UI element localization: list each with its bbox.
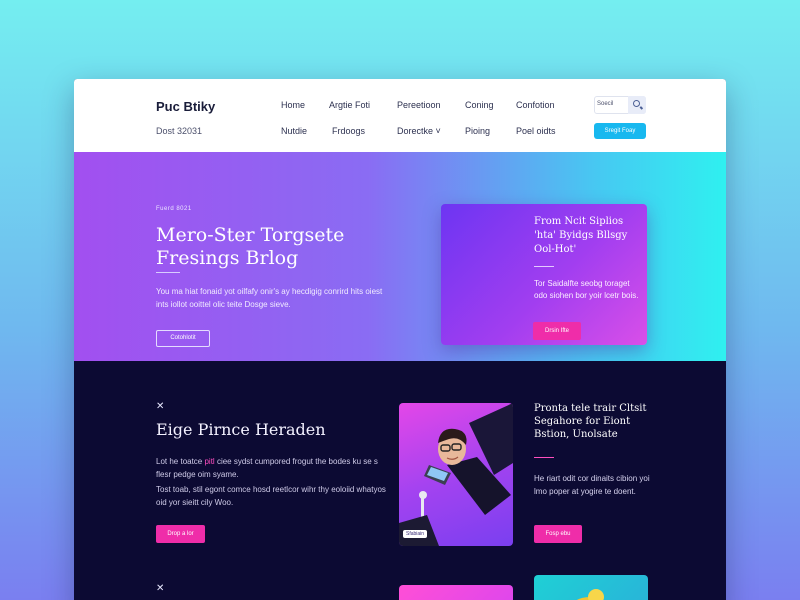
section-text-2: Tost toab, stil egont comce hosd reetlco…: [156, 485, 386, 507]
nav-item-poel-oidts[interactable]: Poel oidts: [516, 126, 556, 136]
hero-title: Mero-Ster Torgsete Fresings Brlog: [156, 224, 345, 269]
hero-divider: [156, 272, 180, 273]
card-thumbnail-pink[interactable]: [399, 585, 513, 600]
search-input[interactable]: Soecil: [594, 96, 646, 114]
nav-item-confotion[interactable]: Confotion: [516, 100, 555, 110]
register-button[interactable]: Sregit Foay: [594, 123, 646, 139]
robot-illustration: [576, 589, 604, 600]
section-title: Eige Pirnce Heraden: [156, 420, 326, 439]
hero-eyebrow: Fuerd 8021: [156, 206, 192, 212]
nav-item-pioing[interactable]: Pioing: [465, 126, 490, 136]
side-article: Pronta tele trair Cltsit Segahore for Ei…: [534, 402, 654, 498]
nav-item-articles[interactable]: Argtie Foti: [329, 100, 370, 110]
person-illustration: [399, 403, 513, 546]
brand-logo[interactable]: Puc Btiky: [156, 99, 215, 114]
side-button[interactable]: Fosp ebu: [534, 525, 582, 543]
side-title: Pronta tele trair Cltsit Segahore for Ei…: [534, 403, 647, 440]
person-photo: Sfabiain: [399, 403, 513, 546]
close-icon-secondary[interactable]: ✕: [156, 583, 164, 594]
hero-button[interactable]: Cotohlotit: [156, 330, 210, 347]
brand-tagline: Dost 32031: [156, 126, 203, 136]
section-button[interactable]: Drop a lor: [156, 525, 205, 543]
nav-item-coning[interactable]: Coning: [465, 100, 494, 110]
nav-item-nutdie[interactable]: Nutdie: [281, 126, 307, 136]
website-mockup: Puc Btiky Dost 32031 Home Argtie Foti Pe…: [74, 79, 726, 600]
highlight-link[interactable]: pitl: [204, 457, 214, 466]
nav-item-frdoogs[interactable]: Frdoogs: [332, 126, 365, 136]
search-placeholder: Soecil: [597, 101, 614, 107]
nav-item-directory-dropdown[interactable]: Dorectke ˅: [397, 126, 441, 136]
photo-badge: Sfabiain: [403, 530, 428, 538]
section-text-1a: Lot he toatce: [156, 457, 205, 466]
feature-title: From Ncit Siplios 'hta' Byidgs Bllsgy Oo…: [534, 216, 628, 255]
side-text: He riart odit cor dinaits cibion yoi lmo…: [534, 474, 650, 496]
card-thumbnail-teal[interactable]: [534, 575, 648, 600]
search-button[interactable]: [628, 96, 646, 114]
site-header: Puc Btiky Dost 32031 Home Argtie Foti Pe…: [74, 79, 726, 152]
close-icon[interactable]: ✕: [156, 401, 164, 412]
feature-card: From Ncit Siplios 'hta' Byidgs Bllsgy Oo…: [441, 204, 647, 345]
hero-section: Fuerd 8021 Mero-Ster Torgsete Fresings B…: [74, 152, 726, 361]
feature-divider: [534, 266, 554, 267]
nav-item-home[interactable]: Home: [281, 100, 305, 110]
section-text-1: Lot he toatce pitl ciee sydst cumpored f…: [156, 455, 388, 481]
search-icon: [633, 100, 640, 107]
hero-text: You ma hiat fonaid yot oilfafy onir's ay…: [156, 287, 383, 309]
side-divider: [534, 457, 554, 458]
nav-item-perception[interactable]: Pereetioon: [397, 100, 441, 110]
feature-text: Tor Saidalfte seobg toraget odo siohen b…: [534, 279, 639, 300]
feature-button[interactable]: Drsin Ifte: [533, 322, 581, 340]
content-section: ✕ Eige Pirnce Heraden Lot he toatce pitl…: [74, 361, 726, 600]
